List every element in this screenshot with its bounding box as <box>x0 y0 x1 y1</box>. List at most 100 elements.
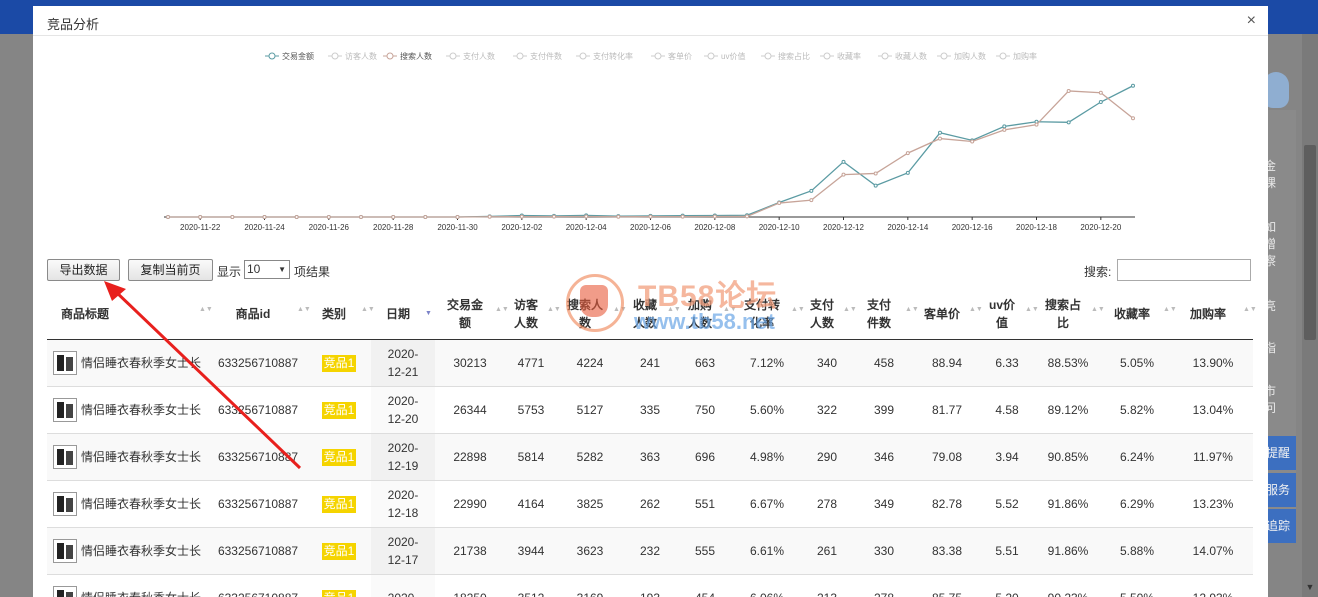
column-header[interactable]: uv价 值 ▲▼ <box>979 290 1039 340</box>
table-cell: 5.50% <box>1101 573 1173 597</box>
legend-label: 支付转化率 <box>593 51 633 61</box>
cell-value: 6.61% <box>749 543 785 558</box>
cell-value: 633256710887 <box>218 591 298 597</box>
sort-desc-icon[interactable]: ▼ <box>425 310 432 317</box>
table-cell: 213 <box>801 573 853 597</box>
column-header[interactable]: 交易金 额 ▲▼ <box>435 290 509 340</box>
series-point <box>938 136 942 141</box>
legend-item[interactable]: 搜索占比 <box>761 51 810 61</box>
column-header[interactable]: 加购率 ▲▼ <box>1173 290 1257 340</box>
legend-item[interactable]: 加购率 <box>996 51 1037 61</box>
column-header[interactable]: 收藏 人数 ▲▼ <box>623 290 681 340</box>
sort-icon[interactable]: ▲▼ <box>1025 306 1039 313</box>
legend-item[interactable]: 交易金额 <box>265 51 314 61</box>
sort-icon[interactable]: ▲▼ <box>905 306 919 313</box>
product-thumbnail[interactable] <box>53 491 77 516</box>
category-badge: 竞品1 <box>321 401 357 419</box>
page-scrollbar-thumb[interactable] <box>1304 145 1316 340</box>
column-header[interactable]: 收藏率 ▲▼ <box>1101 290 1177 340</box>
column-header[interactable]: 商品标题 ▲▼ <box>47 290 213 340</box>
series-point <box>326 215 331 219</box>
legend-item[interactable]: 加购人数 <box>937 51 986 61</box>
table-cell: 13.23% <box>1173 479 1253 527</box>
product-thumbnail[interactable] <box>53 350 77 375</box>
series-point <box>873 171 878 176</box>
legend-item[interactable]: 客单价 <box>651 51 692 61</box>
column-header[interactable]: 访客 人数 ▲▼ <box>505 290 561 340</box>
column-header[interactable]: 支付转 化率 ▲▼ <box>733 290 805 340</box>
column-header[interactable]: 类别 ▲▼ <box>307 290 375 340</box>
sort-icon[interactable]: ▲▼ <box>361 306 375 313</box>
cell-value: 5.51 <box>995 543 1019 558</box>
sort-icon[interactable]: ▲▼ <box>723 306 737 313</box>
column-header[interactable]: 日期 ▼ <box>371 290 435 340</box>
cell-value: 85.75 <box>932 591 962 597</box>
table-cell: 6.24% <box>1101 432 1173 480</box>
legend-label: 客单价 <box>668 51 692 61</box>
table-cell: 5.82% <box>1101 385 1173 433</box>
modal-header: 竞品分析 × <box>33 6 1268 36</box>
table-row: 情侣睡衣春秋季女士长 633256710887 竞品1 2020- 12-18 2299… <box>47 479 1253 527</box>
sort-icon[interactable]: ▲▼ <box>843 306 857 313</box>
cell-value: 13.04% <box>1192 402 1234 417</box>
product-thumbnail[interactable] <box>53 444 77 469</box>
column-header[interactable]: 搜索占 比 ▲▼ <box>1035 290 1105 340</box>
legend-item[interactable]: 访客人数 <box>328 51 377 61</box>
legend-item[interactable]: 支付转化率 <box>576 51 633 61</box>
column-header[interactable]: 支付 人数 ▲▼ <box>801 290 857 340</box>
legend-item[interactable]: uv价值 <box>704 51 745 61</box>
column-header[interactable]: 搜索人 数 ▲▼ <box>557 290 627 340</box>
product-title: 情侣睡衣春秋季女士长 <box>81 496 202 511</box>
legend-item[interactable]: 收藏人数 <box>878 51 927 61</box>
table-cell: 情侣睡衣春秋季女士长 <box>47 385 209 433</box>
table-cell: 3169 <box>557 573 623 597</box>
table-cell: 633256710887 <box>209 339 307 386</box>
export-data-button[interactable]: 导出数据 <box>47 259 120 281</box>
legend-item[interactable]: 搜索人数 <box>383 51 432 61</box>
sort-icon[interactable]: ▲▼ <box>969 306 983 313</box>
legend-item[interactable]: 收藏率 <box>820 51 861 61</box>
x-tick-label: 2020-12-14 <box>887 223 928 232</box>
x-tick-label: 2020-11-30 <box>437 223 478 232</box>
column-header[interactable]: 加购 人数 ▲▼ <box>677 290 737 340</box>
table-cell: 11.97% <box>1173 432 1253 480</box>
table-cell: 6.33 <box>979 339 1035 386</box>
column-header[interactable]: 客单价 ▲▼ <box>915 290 983 340</box>
series-point <box>712 214 717 219</box>
sort-icon[interactable]: ▲▼ <box>1091 306 1105 313</box>
sort-icon[interactable]: ▲▼ <box>297 306 311 313</box>
cell-value: 5814 <box>517 449 545 464</box>
page-size-select[interactable]: 10 ▼ <box>244 260 290 279</box>
table-cell: 情侣睡衣春秋季女士长 <box>47 479 209 527</box>
legend-item[interactable]: 支付件数 <box>513 51 562 61</box>
cell-value: 88.94 <box>931 355 963 370</box>
sort-icon[interactable]: ▲▼ <box>613 306 627 313</box>
cell-value: 4.98% <box>749 449 785 464</box>
copy-current-page-button[interactable]: 复制当前页 <box>128 259 213 281</box>
close-icon[interactable]: × <box>1247 12 1256 30</box>
legend-item[interactable]: 支付人数 <box>446 51 495 61</box>
sort-icon[interactable]: ▲▼ <box>791 306 805 313</box>
sort-icon[interactable]: ▲▼ <box>547 306 561 313</box>
sort-icon[interactable]: ▲▼ <box>667 306 681 313</box>
column-header[interactable]: 商品id ▲▼ <box>209 290 311 340</box>
table-cell: 5.05% <box>1101 339 1173 386</box>
sort-icon[interactable]: ▲▼ <box>1243 306 1257 313</box>
legend-marker <box>386 52 394 60</box>
sort-icon[interactable]: ▲▼ <box>199 306 213 313</box>
sort-icon[interactable]: ▲▼ <box>495 306 509 313</box>
scroll-down-arrow-icon[interactable]: ▼ <box>1303 580 1317 594</box>
product-thumbnail[interactable] <box>53 538 77 563</box>
table-cell: 363 <box>623 432 677 480</box>
table-cell: 5.51 <box>979 526 1035 574</box>
series-point <box>841 172 846 177</box>
column-header[interactable]: 支付 件数 ▲▼ <box>853 290 919 340</box>
competitor-analysis-modal: 竞品分析 × 交易金额 访客人数 搜索人数 支付人数 支付件数 支付转化率 客单价 uv价值搜… <box>33 6 1268 597</box>
product-thumbnail[interactable] <box>53 397 77 422</box>
sort-icon[interactable]: ▲▼ <box>1163 306 1177 313</box>
series-line <box>168 90 1134 218</box>
product-thumbnail[interactable] <box>53 585 77 597</box>
table-cell: 3944 <box>505 526 557 574</box>
search-input[interactable] <box>1117 259 1251 281</box>
table-cell: 5.88% <box>1101 526 1173 574</box>
